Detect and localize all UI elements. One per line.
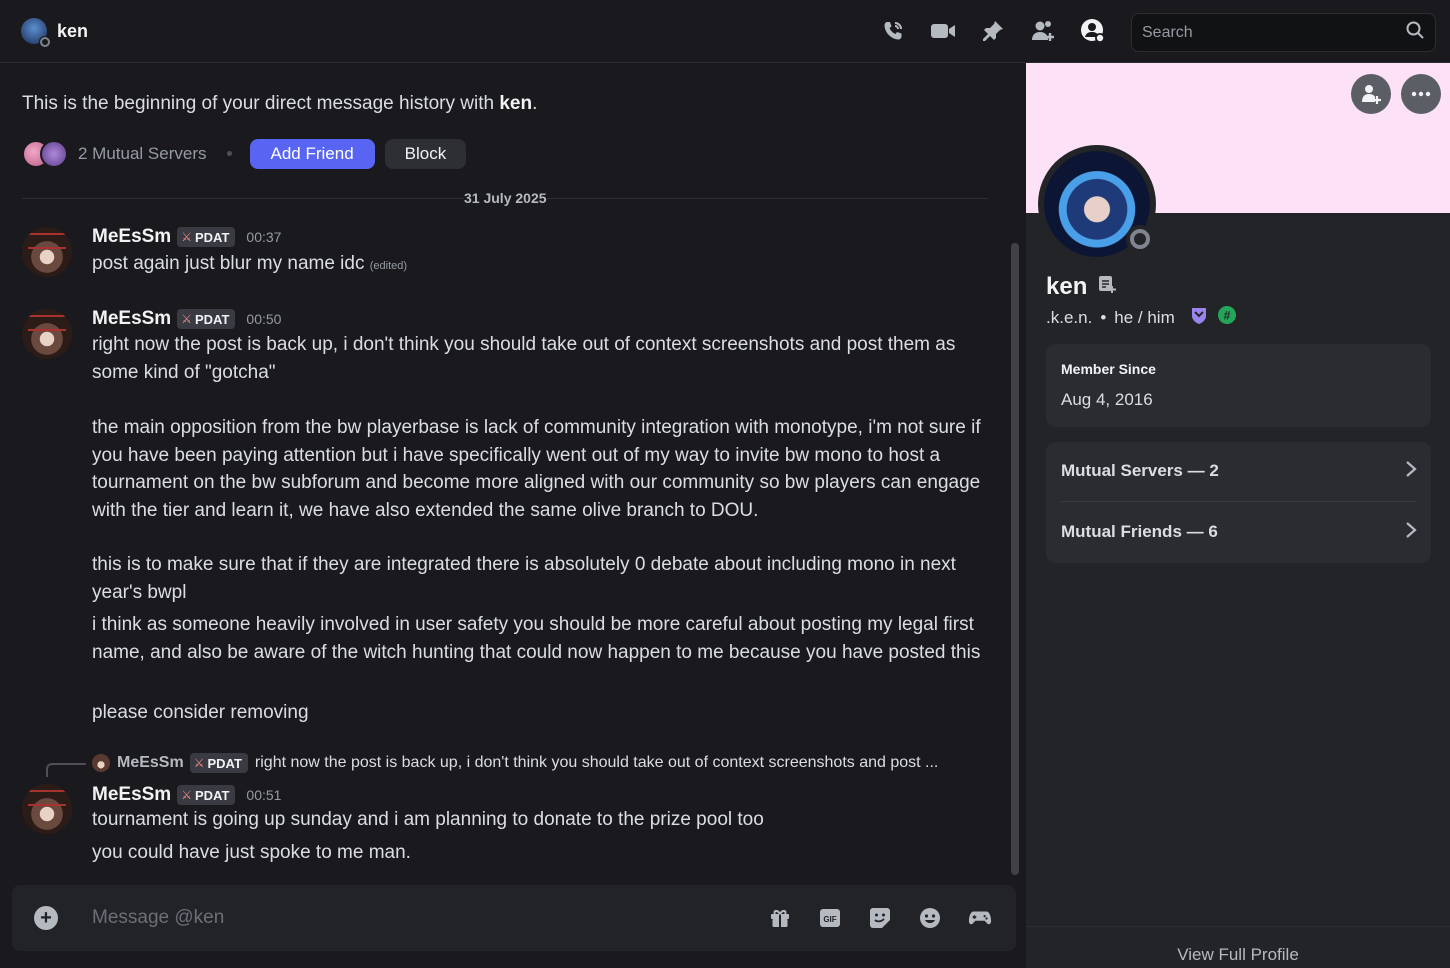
reply-connector	[46, 763, 86, 777]
server-tag[interactable]: ⚔ PDAT	[177, 785, 236, 805]
user-profile-panel: ken .k.e.n. • he / him # Member Since Au…	[1026, 63, 1450, 968]
reply-preview[interactable]: MeEsSm ⚔ PDAT right now the post is back …	[46, 753, 973, 777]
message-input[interactable]	[92, 907, 768, 929]
message-content: the main opposition from the bw playerba…	[92, 417, 986, 521]
author-avatar[interactable]	[22, 784, 72, 834]
chevron-right-icon	[1405, 521, 1417, 544]
offline-status-icon	[1126, 225, 1154, 253]
member-since-label: Member Since	[1061, 361, 1156, 377]
divider	[1061, 501, 1417, 502]
hypesquad-badge-icon[interactable]	[1189, 305, 1209, 330]
view-full-profile-link[interactable]: View Full Profile	[1026, 945, 1450, 965]
dm-intro: This is the beginning of your direct mes…	[22, 93, 538, 114]
note-icon[interactable]	[1097, 273, 1117, 301]
server-tag[interactable]: ⚔ PDAT	[177, 309, 236, 329]
profile-username: .k.e.n.	[1046, 307, 1093, 327]
reply-text[interactable]: right now the post is back up, i don't t…	[255, 754, 973, 772]
member-since-value: Aug 4, 2016	[1061, 390, 1153, 409]
edited-label: (edited)	[369, 260, 408, 272]
date-divider: 31 July 2025	[22, 190, 988, 206]
intro-username: ken	[499, 93, 533, 114]
message-header: MeEsSm ⚔ PDAT 00:50	[92, 308, 281, 330]
author-avatar[interactable]	[22, 309, 72, 359]
activity-icon[interactable]	[968, 906, 992, 930]
sword-icon: ⚔	[181, 230, 192, 244]
scrollbar-thumb[interactable]	[1011, 243, 1019, 875]
author-avatar[interactable]	[22, 227, 72, 277]
offline-status-icon	[39, 36, 50, 47]
message-content: i think as someone heavily involved in u…	[92, 614, 981, 663]
profile-avatar-frame	[1038, 145, 1156, 263]
svg-text:GIF: GIF	[823, 915, 836, 924]
sticker-icon[interactable]	[868, 906, 892, 930]
search-icon[interactable]	[1405, 20, 1425, 45]
timestamp: 00:50	[246, 311, 282, 327]
server-tag[interactable]: ⚔ PDAT	[177, 227, 236, 247]
channel-name[interactable]: ken	[57, 21, 88, 42]
profile-username-row: .k.e.n. • he / him #	[1046, 305, 1237, 330]
channel-header: ken	[0, 0, 1450, 63]
profile-pronouns: he / him	[1114, 307, 1175, 327]
message-header: MeEsSm ⚔ PDAT 00:51	[92, 784, 281, 806]
message-list: This is the beginning of your direct mes…	[0, 63, 1026, 968]
add-friend-icon-button[interactable]	[1351, 74, 1391, 114]
user-profile-icon[interactable]	[1080, 17, 1106, 45]
add-friends-to-dm-icon[interactable]	[1030, 17, 1056, 45]
emoji-icon[interactable]	[918, 906, 942, 930]
svg-text:#: #	[1223, 309, 1230, 323]
author-name[interactable]: MeEsSm	[92, 784, 171, 806]
sword-icon: ⚔	[193, 756, 205, 770]
video-camera-icon[interactable]	[930, 17, 956, 45]
message-content: right now the post is back up, i don't t…	[92, 334, 961, 383]
hashtag-badge-icon[interactable]: #	[1217, 305, 1237, 330]
more-options-icon[interactable]	[1401, 74, 1441, 114]
profile-display-name: ken	[1046, 273, 1117, 301]
mutual-friends-row[interactable]: Mutual Friends — 6	[1061, 517, 1417, 547]
phone-icon[interactable]	[880, 17, 906, 45]
sword-icon: ⚔	[181, 788, 192, 802]
sword-icon: ⚔	[181, 312, 192, 326]
header-avatar[interactable]	[21, 18, 50, 47]
mutual-info-row: 2 Mutual Servers Add Friend Block	[22, 138, 467, 169]
mutual-servers-link[interactable]: 2 Mutual Servers	[78, 144, 207, 164]
add-friend-button[interactable]: Add Friend	[249, 138, 375, 169]
separator-dot	[226, 151, 232, 156]
reply-author-name[interactable]: MeEsSm	[117, 754, 184, 772]
chevron-right-icon	[1405, 460, 1417, 483]
scrollbar-track[interactable]	[1011, 243, 1019, 875]
timestamp: 00:51	[246, 787, 282, 803]
mutual-servers-row[interactable]: Mutual Servers — 2	[1061, 456, 1417, 486]
message-composer: + GIF	[12, 885, 1016, 951]
reply-avatar	[92, 754, 110, 772]
pin-icon[interactable]	[980, 17, 1006, 45]
mutuals-card: Mutual Servers — 2 Mutual Friends — 6	[1046, 442, 1431, 563]
search-input[interactable]	[1142, 23, 1405, 42]
author-name[interactable]: MeEsSm	[92, 226, 171, 248]
message-header: MeEsSm ⚔ PDAT 00:37	[92, 226, 281, 248]
search-bar[interactable]	[1131, 13, 1436, 52]
member-since-card: Member Since Aug 4, 2016	[1046, 344, 1431, 427]
timestamp: 00:37	[246, 229, 282, 245]
discord-dm-window: ken This is the	[0, 0, 1450, 968]
message-content: tournament is going up sunday and i am p…	[92, 809, 764, 830]
upload-plus-icon[interactable]: +	[34, 906, 58, 930]
date-divider-label: 31 July 2025	[464, 190, 547, 206]
block-button[interactable]: Block	[384, 138, 467, 169]
message-content: this is to make sure that if they are in…	[92, 554, 962, 603]
profile-footer: View Full Profile	[1026, 926, 1450, 968]
message-content: please consider removing	[92, 702, 309, 723]
gift-icon[interactable]	[768, 906, 792, 930]
message-content: post again just blur my name idc (edited…	[92, 253, 408, 274]
message-content: you could have just spoke to me man.	[92, 842, 411, 863]
server-tag: ⚔ PDAT	[189, 753, 248, 773]
gif-icon[interactable]: GIF	[818, 906, 842, 930]
mutual-server-avatar[interactable]	[40, 139, 68, 168]
author-name[interactable]: MeEsSm	[92, 308, 171, 330]
